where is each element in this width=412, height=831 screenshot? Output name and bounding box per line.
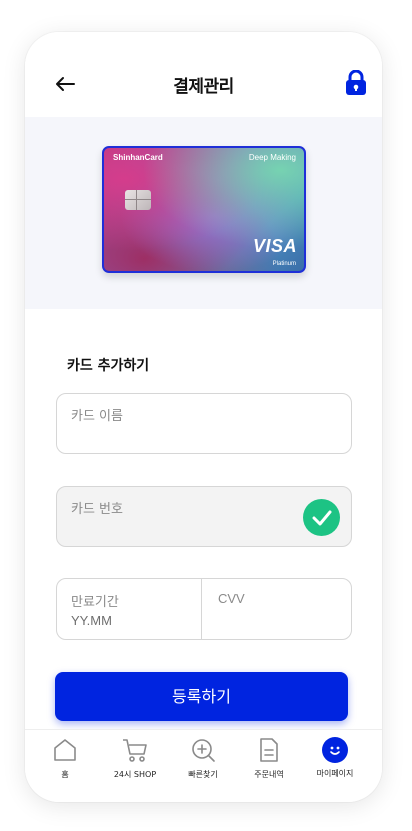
register-button[interactable]: 등록하기	[55, 672, 348, 721]
expiry-label: 만료기간	[71, 595, 119, 610]
tab-quick-search-label: 빠른찾기	[188, 770, 218, 779]
tab-my-page[interactable]: 마이페이지	[305, 736, 365, 779]
tab-orders-label: 주문내역	[254, 770, 284, 779]
card-brand: ShinhanCard	[113, 153, 163, 162]
card-display-area: ShinhanCard Deep Making VISA Platinum	[25, 117, 382, 309]
document-icon	[260, 738, 278, 762]
search-plus-icon	[192, 739, 215, 762]
page-title: 결제관리	[173, 77, 234, 97]
tab-home[interactable]: 홈	[35, 736, 95, 780]
section-title: 카드 추가하기	[67, 358, 150, 374]
header: 결제관리	[25, 32, 382, 117]
card-name-label: 카드 이름	[71, 409, 123, 424]
bottom-tab-bar: 홈 24시 SHOP 빠른찾기 주문내역 마이페이지	[25, 729, 382, 802]
lock-button[interactable]	[345, 69, 367, 96]
card-number-label: 카드 번호	[71, 502, 123, 517]
chip-icon	[125, 190, 151, 210]
expiry-cvv-group: 만료기간 YY.MM CVV	[56, 578, 352, 640]
tab-quick-search[interactable]: 빠른찾기	[173, 736, 233, 780]
card-name-field[interactable]: 카드 이름	[56, 393, 352, 454]
cart-icon	[123, 739, 147, 762]
visa-logo: VISA	[252, 236, 297, 256]
phone-frame: 결제관리 ShinhanCard Deep Making VISA Platin…	[25, 32, 382, 802]
tab-shop[interactable]: 24시 SHOP	[105, 736, 165, 780]
tab-my-page-label: 마이페이지	[316, 769, 354, 778]
home-icon	[54, 739, 76, 761]
credit-card[interactable]: ShinhanCard Deep Making VISA Platinum	[102, 146, 306, 273]
tab-shop-label: 24시 SHOP	[113, 770, 157, 779]
card-tier: Platinum	[272, 261, 296, 267]
expiry-field[interactable]: 만료기간 YY.MM	[57, 579, 202, 639]
cvv-label: CVV	[218, 591, 245, 606]
card-product-name: Deep Making	[248, 153, 296, 162]
check-icon	[303, 499, 340, 536]
lock-icon	[346, 69, 366, 95]
smile-icon	[322, 737, 348, 763]
tab-orders[interactable]: 주문내역	[239, 736, 299, 780]
cvv-field[interactable]: CVV	[202, 579, 352, 639]
expiry-placeholder: YY.MM	[71, 613, 112, 628]
card-number-field[interactable]: 카드 번호	[56, 486, 352, 547]
tab-home-label: 홈	[61, 770, 69, 779]
